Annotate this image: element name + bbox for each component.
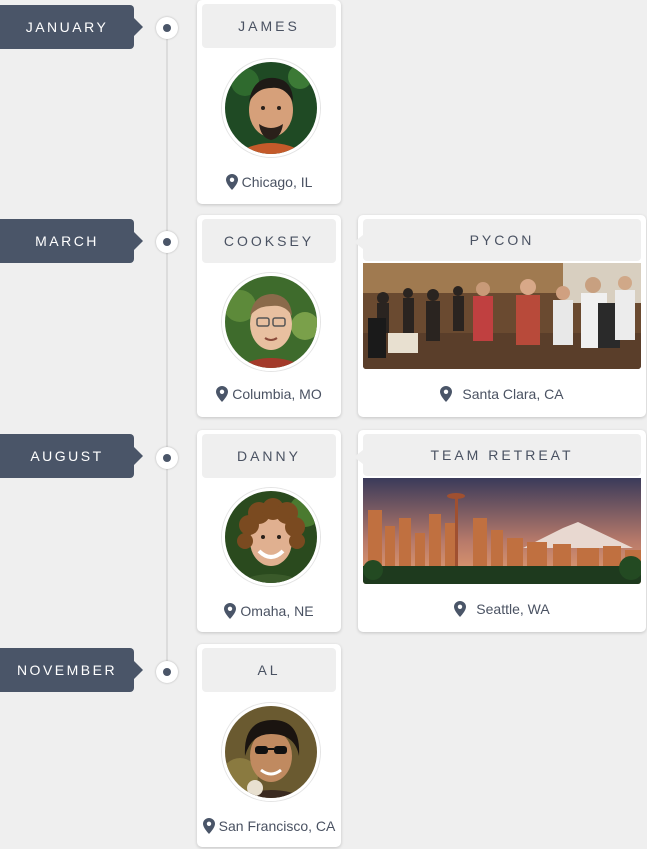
event-name: TEAM RETREAT <box>354 434 641 476</box>
event-photo <box>363 478 641 584</box>
month-text: MARCH <box>35 233 99 249</box>
location-text: Columbia, MO <box>232 386 322 402</box>
location-text: Seattle, WA <box>476 601 550 617</box>
timeline-dot-icon <box>156 661 178 683</box>
location-text: Omaha, NE <box>240 603 314 619</box>
month-text: NOVEMBER <box>16 662 118 678</box>
person-card-danny[interactable]: DANNY Omaha, NE <box>197 430 341 632</box>
event-card-pycon[interactable]: PYCON Santa Clara, CA <box>354 215 646 417</box>
timeline-dot-icon <box>156 447 178 469</box>
location-text: Chicago, IL <box>241 174 313 190</box>
avatar <box>222 273 320 371</box>
event-photo <box>363 263 641 369</box>
person-location: Columbia, MO <box>197 386 341 402</box>
person-card-james[interactable]: JAMES Chicago, IL <box>197 0 341 204</box>
month-label-august: AUGUST <box>0 434 143 478</box>
person-name: JAMES <box>202 4 336 48</box>
person-location: San Francisco, CA <box>197 818 341 834</box>
timeline-dot-icon <box>156 231 178 253</box>
map-pin-icon <box>225 174 238 190</box>
map-pin-icon <box>454 601 467 617</box>
event-location: Santa Clara, CA <box>358 386 646 402</box>
month-text: AUGUST <box>30 448 104 464</box>
avatar <box>222 488 320 586</box>
person-name: AL <box>202 648 336 692</box>
map-pin-icon <box>440 386 453 402</box>
event-name: PYCON <box>354 219 641 261</box>
person-name: DANNY <box>202 434 336 478</box>
avatar <box>222 59 320 157</box>
map-pin-icon <box>202 818 215 834</box>
avatar <box>222 703 320 801</box>
month-label-january: JANUARY <box>0 5 143 49</box>
location-text: San Francisco, CA <box>218 818 336 834</box>
person-card-al[interactable]: AL San Francisco, CA <box>197 644 341 847</box>
person-card-cooksey[interactable]: COOKSEY Columbia, MO <box>197 215 341 417</box>
month-label-march: MARCH <box>0 219 143 263</box>
month-label-november: NOVEMBER <box>0 648 143 692</box>
location-text: Santa Clara, CA <box>462 386 564 402</box>
person-name: COOKSEY <box>202 219 336 263</box>
map-pin-icon <box>224 603 237 619</box>
timeline-dot-icon <box>156 17 178 39</box>
person-location: Chicago, IL <box>197 174 341 190</box>
person-location: Omaha, NE <box>197 603 341 619</box>
event-location: Seattle, WA <box>358 601 646 617</box>
timeline-line <box>166 28 168 673</box>
map-pin-icon <box>216 386 229 402</box>
event-card-team-retreat[interactable]: TEAM RETREAT Seattle, WA <box>354 430 646 632</box>
month-text: JANUARY <box>25 19 109 35</box>
